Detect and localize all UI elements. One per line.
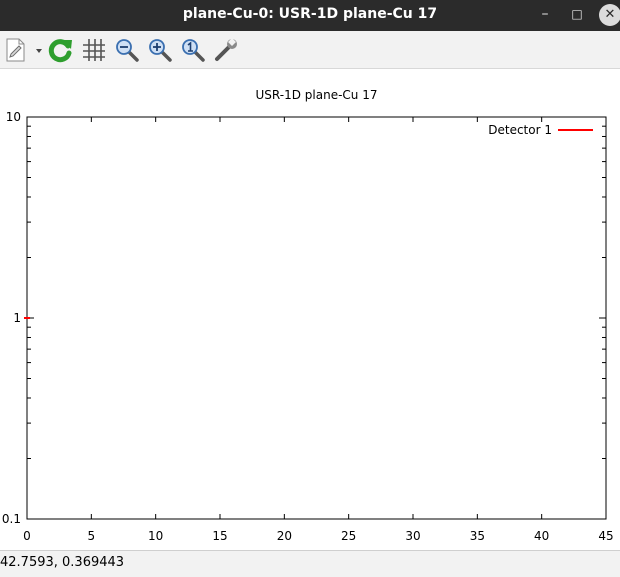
window-title: plane-Cu-0: USR-1D plane-Cu 17 — [182, 6, 438, 22]
zoom-out-button[interactable] — [114, 37, 140, 63]
maximize-button[interactable]: □ — [567, 0, 587, 31]
chart[interactable]: USR-1D plane-Cu 17 0 5 10 15 20 25 30 35 40 45 0.1 1… — [0, 69, 620, 550]
x-tick-label: 35 — [470, 529, 485, 543]
x-tick-label: 15 — [212, 529, 227, 543]
cursor-coordinates: 42.7593, 0.369443 — [0, 555, 125, 570]
x-tick-label: 20 — [277, 529, 292, 543]
grid-button[interactable] — [81, 37, 107, 63]
x-tick-label: 10 — [148, 529, 163, 543]
y-tick-label: 10 — [6, 110, 21, 124]
replot-button[interactable] — [48, 37, 74, 63]
plot-frame — [26, 116, 607, 520]
zoom-in-button[interactable] — [147, 37, 173, 63]
y-tick-label: 1 — [13, 311, 21, 325]
grid-icon — [83, 39, 105, 61]
export-icon — [6, 38, 42, 62]
export-button[interactable] — [4, 37, 44, 63]
replot-icon — [48, 39, 72, 63]
chart-title: USR-1D plane-Cu 17 — [256, 88, 378, 102]
plot-area[interactable]: USR-1D plane-Cu 17 0 5 10 15 20 25 30 35 40 45 0.1 1… — [0, 69, 620, 550]
x-tick-label: 30 — [405, 529, 420, 543]
x-tick-label: 25 — [341, 529, 356, 543]
close-button[interactable]: ✕ — [599, 4, 620, 26]
zoom-in-icon — [149, 39, 172, 62]
x-tick-label: 40 — [534, 529, 549, 543]
zoom-reset-icon — [182, 39, 205, 62]
zoom-reset-button[interactable] — [180, 37, 206, 63]
window-titlebar: plane-Cu-0: USR-1D plane-Cu 17 – □ ✕ — [0, 0, 620, 31]
status-bar: 42.7593, 0.369443 — [0, 550, 620, 577]
x-tick-label: 45 — [598, 529, 613, 543]
x-tick-label: 5 — [88, 529, 96, 543]
minimize-button[interactable]: – — [535, 0, 555, 31]
zoom-out-icon — [116, 39, 139, 62]
x-tick-label: 0 — [23, 529, 31, 543]
settings-button[interactable] — [213, 37, 239, 63]
legend-label: Detector 1 — [488, 123, 552, 137]
settings-wrench-icon — [215, 38, 237, 61]
y-tick-label: 0.1 — [2, 512, 21, 526]
toolbar — [0, 31, 620, 69]
